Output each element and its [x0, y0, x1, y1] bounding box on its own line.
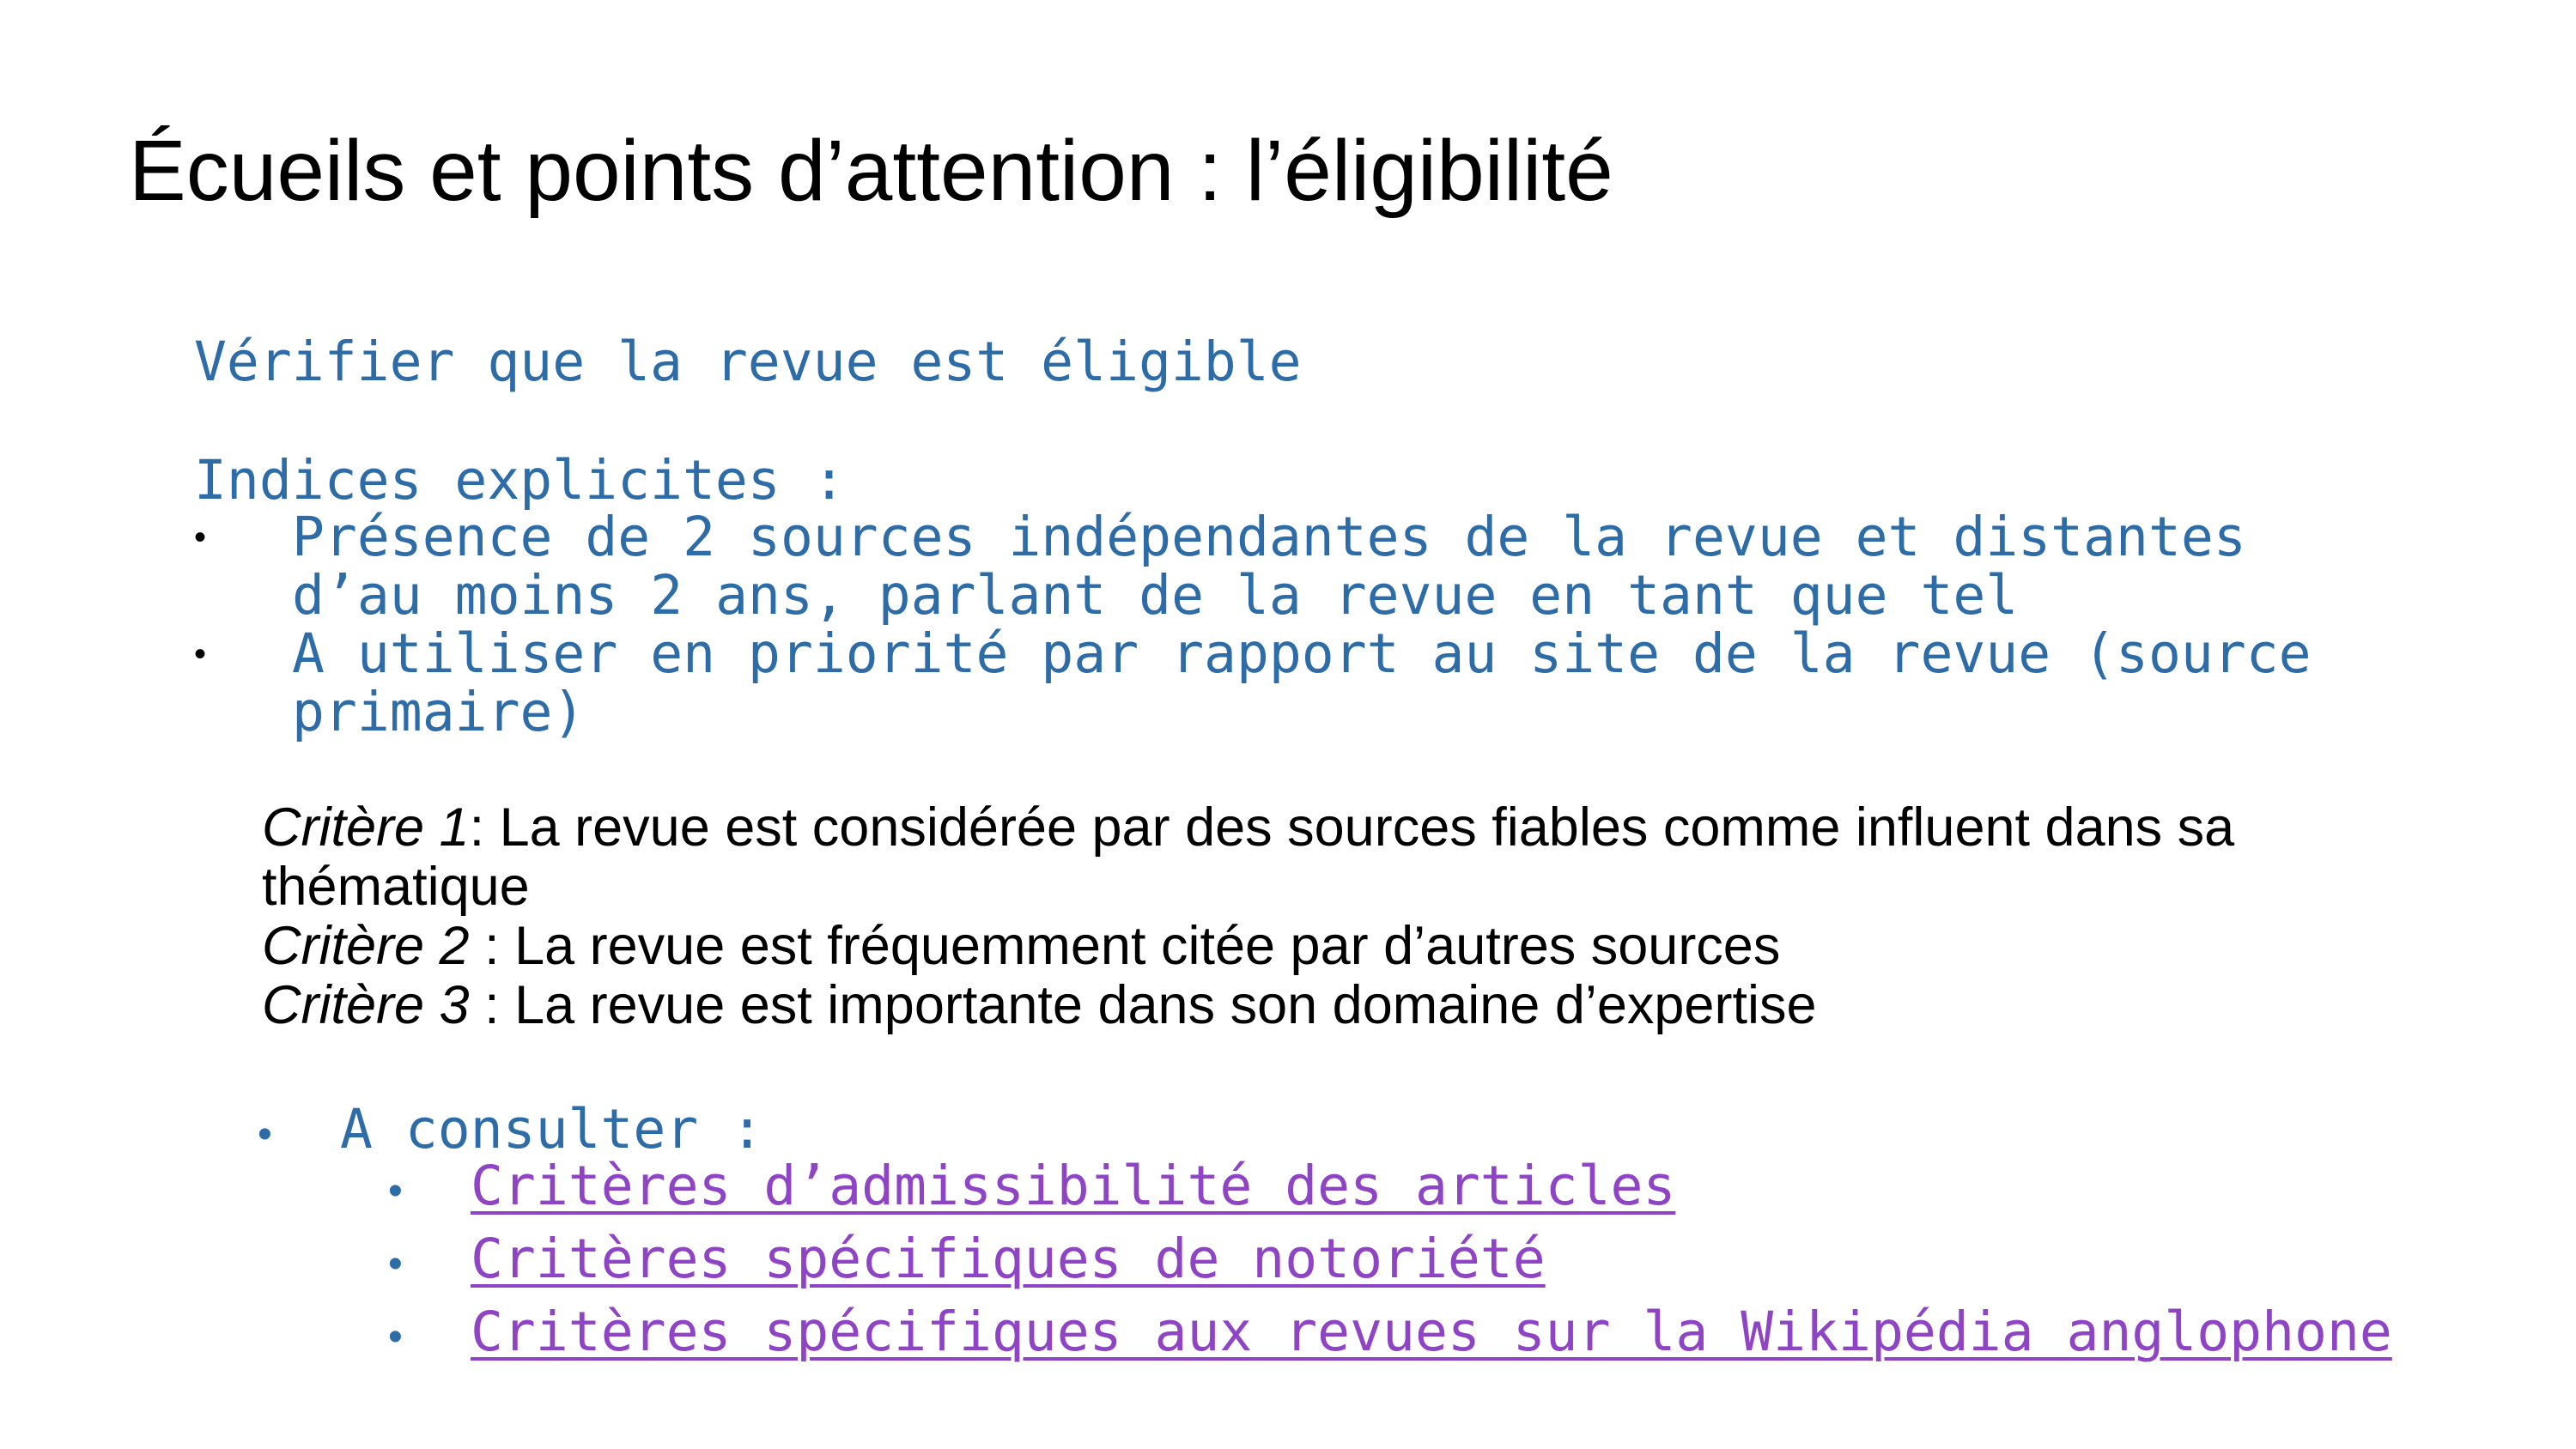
criterion-label: Critère 2 — [262, 916, 470, 976]
indices-item-line: d’au moins 2 ans, parlant de la revue en… — [292, 564, 2019, 627]
criterion-text: : La revue est fréquemment citée par d’a… — [469, 916, 1781, 976]
criterion: Critère 3 : La revue est importante dans… — [262, 976, 2460, 1035]
indices-item-line: Présence de 2 sources indépendantes de l… — [292, 506, 2246, 568]
indices-item: • A utiliser en priorité par rapport au … — [194, 625, 2312, 742]
link-notability-criteria[interactable]: Critères spécifiques de notoriété — [471, 1228, 1546, 1290]
bullet-icon: • — [388, 1168, 403, 1214]
link-item: • Critères spécifiques aux revues sur la … — [388, 1303, 2392, 1376]
indices-item: • Présence de 2 sources indépendantes de… — [194, 508, 2312, 625]
criteria-block: Critère 1: La revue est considérée par d… — [262, 798, 2460, 1035]
indices-list: • Présence de 2 sources indépendantes de… — [194, 508, 2312, 742]
bullet-icon: • — [388, 1241, 403, 1287]
bullet-icon: • — [194, 635, 207, 673]
consult-label: A consulter : — [340, 1098, 764, 1161]
links-list: • Critères d’admissibilité des articles •… — [388, 1157, 2392, 1376]
indices-item-line: A utiliser en priorité par rapport au si… — [292, 622, 2312, 685]
link-item: • Critères d’admissibilité des articles — [388, 1157, 2392, 1230]
criterion-label: Critère 3 — [262, 975, 470, 1035]
link-admissibility-criteria[interactable]: Critères d’admissibilité des articles — [471, 1155, 1675, 1217]
indices-item-line: primaire) — [292, 681, 586, 743]
verify-line: Vérifier que la revue est éligible — [194, 330, 1302, 393]
slide: Écueils et points d’attention : l’éligib… — [0, 0, 2576, 1449]
link-item: • Critères spécifiques de notoriété — [388, 1230, 2392, 1303]
bullet-icon: • — [258, 1112, 272, 1157]
indices-heading: Indices explicites : — [194, 449, 846, 512]
criterion: Critère 1: La revue est considérée par d… — [262, 798, 2460, 917]
criterion: Critère 2 : La revue est fréquemment cit… — [262, 917, 2460, 976]
criterion-text: : La revue est importante dans son domai… — [469, 975, 1817, 1035]
criterion-label: Critère 1 — [262, 797, 470, 858]
link-english-wikipedia-journals-criteria[interactable]: Critères spécifiques aux revues sur la W… — [471, 1300, 2392, 1363]
criterion-text: : La revue est considérée par des source… — [262, 797, 2235, 917]
bullet-icon: • — [388, 1314, 403, 1360]
slide-title: Écueils et points d’attention : l’éligib… — [129, 123, 1613, 219]
bullet-icon: • — [194, 518, 207, 556]
